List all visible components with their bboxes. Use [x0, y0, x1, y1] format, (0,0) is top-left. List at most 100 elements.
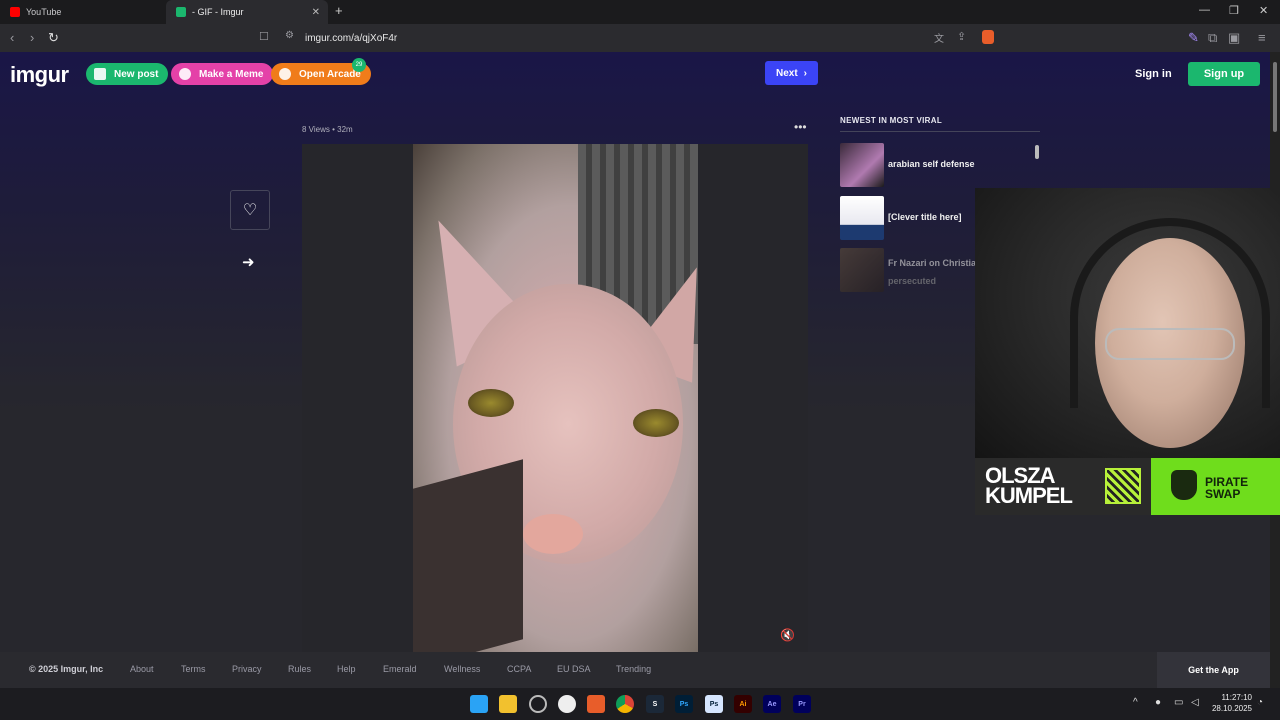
- post-meta: 8 Views • 32m: [302, 125, 353, 134]
- close-tab-icon[interactable]: ✕: [312, 7, 320, 18]
- footer-link-emerald[interactable]: Emerald: [383, 664, 417, 674]
- arcade-badge: 29: [352, 58, 366, 72]
- forward-icon[interactable]: ›: [30, 30, 34, 45]
- footer-link-terms[interactable]: Terms: [181, 664, 206, 674]
- clock-time: 11:27:10: [1221, 693, 1252, 702]
- tab-bar: YouTube - GIF - Imgur ✕ + — ❐ ✕: [0, 0, 1280, 24]
- chevron-right-icon: ›: [803, 67, 808, 79]
- copyright: © 2025 Imgur, Inc: [29, 664, 104, 674]
- restore-icon[interactable]: ❐: [1229, 4, 1239, 17]
- microphone-icon[interactable]: ●: [1155, 697, 1161, 708]
- steam-like-icon[interactable]: [529, 695, 547, 713]
- url-text: imgur.com/a/qjXoF4r: [305, 32, 398, 44]
- after-effects-icon[interactable]: Ae: [763, 695, 781, 713]
- illustrator-icon[interactable]: Ai: [734, 695, 752, 713]
- more-options-icon[interactable]: •••: [794, 120, 807, 134]
- back-icon[interactable]: ‹: [10, 30, 14, 45]
- footer-link-help[interactable]: Help: [337, 664, 356, 674]
- photoshop-beta-icon[interactable]: Ps: [705, 695, 723, 713]
- photoshop-icon[interactable]: Ps: [675, 695, 693, 713]
- minimize-icon[interactable]: —: [1199, 4, 1210, 16]
- footer-link-ccpa[interactable]: CCPA: [507, 664, 531, 674]
- cat-eye-left: [468, 389, 514, 417]
- wallet-icon[interactable]: ▣: [1228, 30, 1240, 46]
- footer-link-eu-dsa[interactable]: EU DSA: [557, 664, 591, 674]
- imgur-favicon-icon: [176, 7, 186, 17]
- new-post-label: New post: [114, 68, 159, 80]
- network-icon[interactable]: ▭: [1174, 697, 1183, 708]
- tray-chevron-icon[interactable]: ^: [1133, 697, 1138, 708]
- tab-label: - GIF - Imgur: [192, 7, 244, 17]
- footer-link-trending[interactable]: Trending: [616, 664, 651, 674]
- brave-shield-icon[interactable]: [982, 30, 994, 44]
- tab-imgur[interactable]: - GIF - Imgur ✕: [166, 0, 328, 24]
- windows-start-icon[interactable]: [470, 695, 488, 713]
- viral-divider: [840, 131, 1040, 132]
- volume-icon[interactable]: ◁: [1191, 697, 1199, 708]
- windows-taskbar: S Ps Ps Ai Ae Pr ^ ● ▭ ◁ 11:27:10 28.10.…: [0, 688, 1280, 720]
- footer-link-wellness[interactable]: Wellness: [444, 664, 480, 674]
- browser-toolbar: ‹ › ↻ ☐ ⚙ imgur.com/a/qjXoF4r 文 ⇪ ✎ ⧉ ▣ …: [0, 24, 1280, 52]
- viral-title: arabian self defense: [888, 159, 975, 169]
- site-info-icon[interactable]: ⚙: [285, 30, 294, 41]
- scrollbar-thumb[interactable]: [1273, 62, 1277, 132]
- cat-eye-right: [633, 409, 679, 437]
- glasses: [1105, 328, 1235, 360]
- reload-icon[interactable]: ↻: [48, 30, 59, 46]
- muted-speaker-icon[interactable]: 🔇: [780, 628, 795, 642]
- viral-heading: NEWEST IN MOST VIRAL: [840, 116, 942, 125]
- system-clock[interactable]: 11:27:10 28.10.2025: [1210, 692, 1252, 714]
- tab-youtube[interactable]: YouTube: [0, 0, 166, 24]
- dark-shadow: [413, 459, 523, 652]
- app-icon[interactable]: [558, 695, 576, 713]
- plus-icon: [94, 68, 106, 80]
- make-meme-button[interactable]: Make a Meme: [171, 63, 274, 85]
- footer-link-rules[interactable]: Rules: [288, 664, 311, 674]
- pirate-swap-logo: PIRATE SWAP: [1205, 475, 1249, 501]
- sign-up-button[interactable]: Sign up: [1188, 62, 1260, 86]
- steam-icon[interactable]: S: [646, 695, 664, 713]
- sponsor-banner-pirate: PIRATE SWAP: [1151, 458, 1280, 515]
- translate-icon[interactable]: 文: [934, 30, 944, 45]
- open-arcade-label: Open Arcade: [299, 68, 361, 80]
- next-label: Next: [775, 67, 798, 79]
- make-meme-label: Make a Meme: [199, 68, 264, 80]
- viral-scroll-indicator[interactable]: [1035, 145, 1039, 159]
- file-explorer-icon[interactable]: [499, 695, 517, 713]
- new-tab-icon[interactable]: +: [335, 3, 343, 18]
- footer-link-about[interactable]: About: [130, 664, 154, 674]
- olsza-logo: OLSZA KUMPEL: [985, 463, 1073, 508]
- qr-code-icon: [1105, 468, 1141, 504]
- pirate-icon: [1171, 470, 1197, 500]
- chrome-icon[interactable]: [616, 695, 634, 713]
- brave-icon[interactable]: [587, 695, 605, 713]
- sign-in-link[interactable]: Sign in: [1135, 68, 1172, 80]
- footer-link-privacy[interactable]: Privacy: [232, 664, 262, 674]
- sponsor-banner-olsza: OLSZA KUMPEL: [975, 458, 1151, 515]
- viral-thumbnail: [840, 248, 884, 292]
- viral-thumbnail: [840, 143, 884, 187]
- address-bar[interactable]: ⚙ imgur.com/a/qjXoF4r: [256, 27, 1000, 49]
- leo-icon[interactable]: ✎: [1188, 30, 1199, 46]
- imgur-logo[interactable]: imgur: [10, 62, 69, 88]
- viral-thumbnail: [840, 196, 884, 240]
- share-page-icon[interactable]: ⇪: [957, 30, 966, 43]
- premiere-icon[interactable]: Pr: [793, 695, 811, 713]
- page-footer: © 2025 Imgur, Inc About Terms Privacy Ru…: [0, 652, 1270, 688]
- close-window-icon[interactable]: ✕: [1259, 4, 1268, 17]
- youtube-icon: [10, 7, 20, 17]
- notification-bell-icon[interactable]: ◔: [1257, 697, 1263, 708]
- viral-item[interactable]: arabian self defense: [840, 143, 1040, 187]
- new-post-button[interactable]: New post: [86, 63, 169, 85]
- heart-icon: ♡: [242, 202, 258, 219]
- next-button[interactable]: Next ›: [765, 61, 818, 85]
- cat-gif[interactable]: [413, 144, 698, 652]
- share-arrow-icon[interactable]: ➜: [242, 253, 255, 271]
- get-the-app-button[interactable]: Get the App: [1157, 652, 1270, 688]
- menu-icon[interactable]: ≡: [1258, 30, 1266, 45]
- gamepad-icon: [279, 68, 291, 80]
- extensions-icon[interactable]: ⧉: [1208, 30, 1217, 46]
- favorite-button[interactable]: ♡: [230, 190, 270, 230]
- cat-nose: [523, 514, 583, 554]
- meme-icon: [179, 68, 191, 80]
